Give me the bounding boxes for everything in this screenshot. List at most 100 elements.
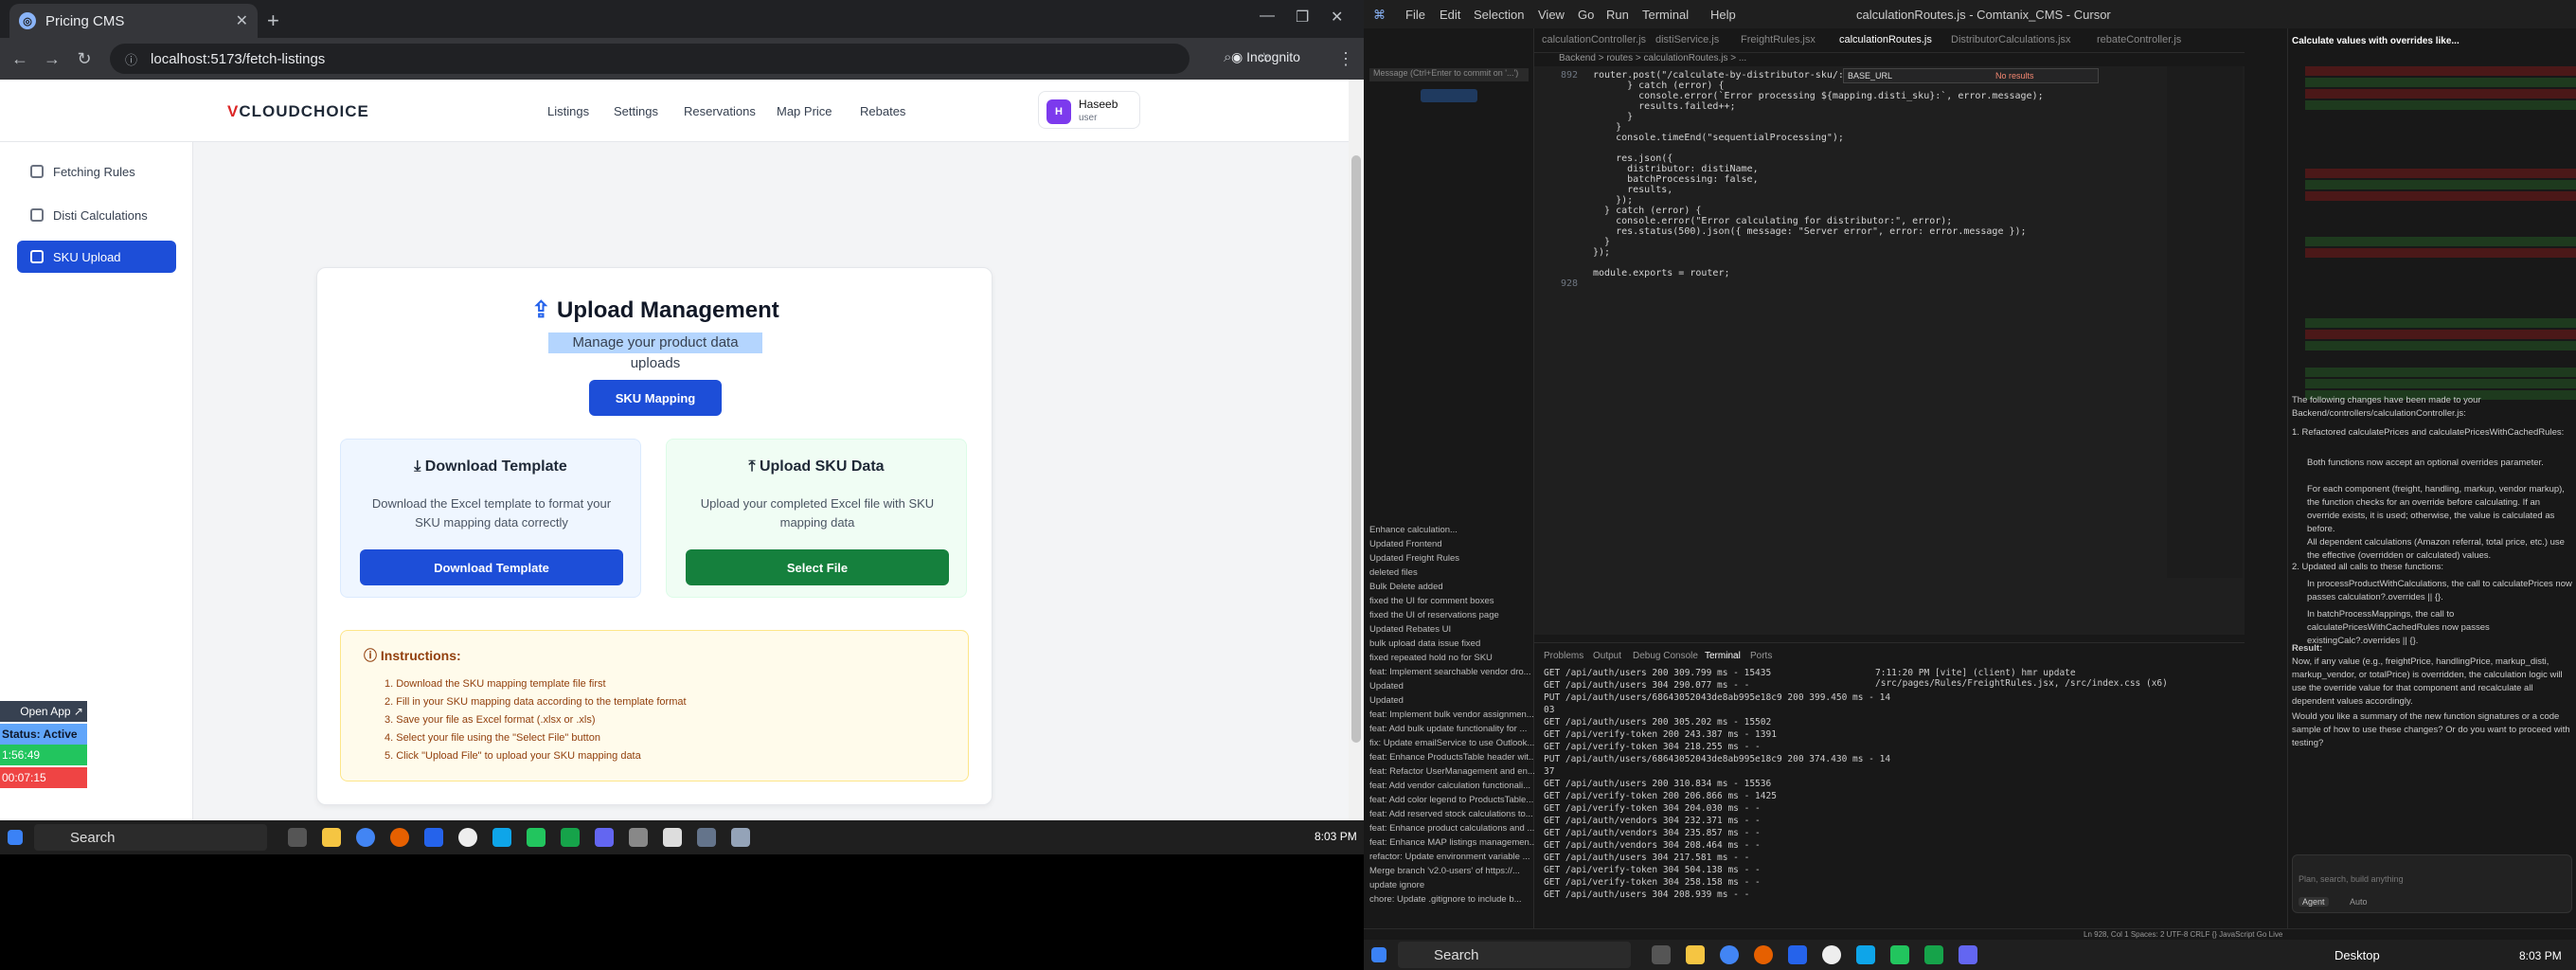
nav-settings[interactable]: Settings — [614, 104, 658, 118]
chat-input-box[interactable]: Plan, search, build anything Agent Auto — [2292, 854, 2572, 913]
git-commit-item[interactable]: feat: Enhance ProductsTable header wit..… — [1369, 752, 1536, 763]
open-app-button[interactable]: Open App ↗ — [0, 701, 87, 722]
tab-problems[interactable]: Problems — [1544, 651, 1583, 661]
menu-run[interactable]: Run — [1606, 8, 1629, 22]
app-icon[interactable] — [731, 828, 750, 847]
code-editor[interactable]: 892 router.post("/calculate-by-distributo… — [1534, 66, 2245, 635]
commit-button[interactable] — [1421, 89, 1477, 102]
nav-map-price[interactable]: Map Price — [777, 104, 832, 118]
git-commit-item[interactable]: Updated Frontend — [1369, 539, 1442, 549]
tab-rebate-controller[interactable]: rebateController.js — [2097, 34, 2181, 45]
clock[interactable]: 8:03 PM — [1315, 830, 1357, 843]
git-commit-item[interactable]: refactor: Update environment variable ..… — [1369, 852, 1530, 862]
brand-logo[interactable]: VCLOUDCHOICE — [227, 102, 369, 121]
code-line[interactable]: 928 — [1534, 278, 2245, 291]
git-commit-item[interactable]: feat: Add color legend to ProductsTable.… — [1369, 795, 1533, 805]
task-view-icon[interactable] — [288, 828, 307, 847]
app-icon[interactable] — [424, 828, 443, 847]
close-window-icon[interactable]: ✕ — [1331, 8, 1343, 27]
model-select[interactable]: Auto — [2350, 897, 2368, 907]
git-commit-item[interactable]: deleted files — [1369, 567, 1418, 578]
status-info[interactable]: Ln 928, Col 1 Spaces: 2 UTF-8 CRLF {} Ja… — [2084, 930, 2282, 939]
git-commit-item[interactable]: Merge branch 'v2.0-users' of https://... — [1369, 866, 1520, 876]
tab-freight-rules[interactable]: FreightRules.jsx — [1741, 34, 1816, 45]
breadcrumb[interactable]: Backend > routes > calculationRoutes.js … — [1559, 53, 1746, 63]
reload-icon[interactable]: ↻ — [68, 49, 100, 69]
git-commit-item[interactable]: fixed repeated hold no for SKU — [1369, 653, 1493, 663]
menu-help[interactable]: Help — [1710, 8, 1736, 22]
start-icon[interactable] — [1371, 947, 1386, 962]
site-info-icon[interactable]: ⓘ — [125, 50, 137, 68]
new-tab-icon[interactable]: + — [267, 9, 279, 33]
excel-icon[interactable] — [561, 828, 580, 847]
sidebar-item-fetching-rules[interactable]: Fetching Rules — [17, 155, 176, 188]
taskbar-search[interactable]: Search — [1398, 942, 1631, 968]
agent-mode-select[interactable]: Agent — [2299, 897, 2329, 907]
browser-menu-icon[interactable]: ⋮ — [1330, 49, 1362, 69]
git-commit-item[interactable]: feat: Enhance MAP listings managemen... — [1369, 837, 1537, 848]
app-icon[interactable] — [1856, 945, 1875, 964]
tab-terminal[interactable]: Terminal — [1705, 651, 1741, 661]
chat-input[interactable]: Plan, search, build anything — [2299, 874, 2404, 884]
start-icon[interactable] — [8, 830, 23, 845]
menu-go[interactable]: Go — [1578, 8, 1594, 22]
sidebar-item-disti-calculations[interactable]: Disti Calculations — [17, 199, 176, 231]
tab-distributor-calculations[interactable]: DistributorCalculations.jsx — [1951, 34, 2071, 45]
sku-mapping-button[interactable]: SKU Mapping — [589, 380, 722, 416]
app-icon[interactable] — [458, 828, 477, 847]
find-input[interactable]: BASE_URL — [1848, 71, 1892, 81]
tab-calculation-routes[interactable]: calculationRoutes.js — [1839, 34, 1932, 45]
close-tab-icon[interactable]: ✕ — [236, 11, 248, 30]
app-icon[interactable] — [697, 828, 716, 847]
chrome-icon[interactable] — [1720, 945, 1739, 964]
file-explorer-icon[interactable] — [1686, 945, 1705, 964]
app-icon[interactable] — [629, 828, 648, 847]
app-icon[interactable] — [1890, 945, 1909, 964]
git-commit-item[interactable]: fix: Update emailService to use Outlook.… — [1369, 738, 1534, 748]
sidebar-item-sku-upload[interactable]: SKU Upload — [17, 241, 176, 273]
git-commit-item[interactable]: feat: Enhance product calculations and .… — [1369, 823, 1534, 834]
tab-ports[interactable]: Ports — [1750, 651, 1772, 661]
task-view-icon[interactable] — [1652, 945, 1671, 964]
clock[interactable]: 8:03 PM — [2519, 949, 2562, 962]
git-commit-item[interactable]: Enhance calculation... — [1369, 525, 1458, 535]
select-file-button[interactable]: Select File — [686, 549, 949, 585]
excel-icon[interactable] — [1924, 945, 1943, 964]
app-icon[interactable] — [527, 828, 546, 847]
app-icon[interactable] — [1822, 945, 1841, 964]
git-commit-item[interactable]: Bulk Delete added — [1369, 582, 1443, 592]
git-commit-item[interactable]: chore: Update .gitignore to include b... — [1369, 894, 1522, 905]
app-icon[interactable] — [663, 828, 682, 847]
nav-rebates[interactable]: Rebates — [860, 104, 905, 118]
git-commit-item[interactable]: Updated Freight Rules — [1369, 553, 1459, 564]
tab-output[interactable]: Output — [1593, 651, 1621, 661]
minimap[interactable] — [2167, 66, 2243, 578]
git-commit-item[interactable]: fixed the UI for comment boxes — [1369, 596, 1494, 606]
desktop-label[interactable]: Desktop — [2334, 948, 2380, 962]
git-commit-item[interactable]: feat: Implement searchable vendor dro... — [1369, 667, 1531, 677]
app-icon[interactable] — [1754, 945, 1773, 964]
app-icon[interactable] — [492, 828, 511, 847]
app-icon[interactable] — [390, 828, 409, 847]
app-icon[interactable] — [595, 828, 614, 847]
menu-terminal[interactable]: Terminal — [1642, 8, 1689, 22]
download-template-button[interactable]: Download Template — [360, 549, 623, 585]
git-commit-item[interactable]: Updated — [1369, 681, 1404, 692]
app-icon[interactable] — [1788, 945, 1807, 964]
menu-selection[interactable]: Selection — [1474, 8, 1524, 22]
menu-file[interactable]: File — [1405, 8, 1425, 22]
app-icon[interactable] — [1959, 945, 1977, 964]
taskbar-search[interactable]: Search — [34, 824, 267, 851]
scrollbar-thumb[interactable] — [1351, 155, 1361, 743]
nav-reservations[interactable]: Reservations — [684, 104, 756, 118]
commit-message-input[interactable]: Message (Ctrl+Enter to commit on '...') — [1369, 68, 1529, 81]
user-menu[interactable]: H Haseeb user — [1038, 91, 1140, 129]
minimize-icon[interactable]: — — [1260, 8, 1275, 25]
page-scrollbar[interactable] — [1349, 80, 1364, 820]
maximize-icon[interactable]: ❐ — [1296, 8, 1309, 27]
file-explorer-icon[interactable] — [322, 828, 341, 847]
forward-icon[interactable]: → — [36, 49, 68, 69]
tab-debug-console[interactable]: Debug Console — [1633, 651, 1698, 661]
find-widget[interactable]: BASE_URL No results — [1843, 68, 2099, 83]
nav-listings[interactable]: Listings — [547, 104, 589, 118]
